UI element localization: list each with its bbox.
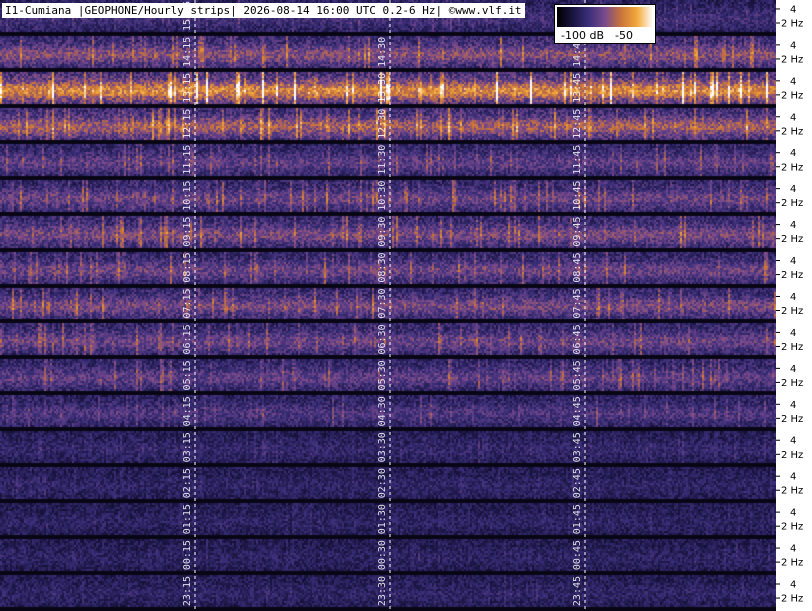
colorbar-label-min: -100 dB: [561, 29, 604, 42]
frequency-tick-label: 2 Hz: [781, 594, 803, 605]
frequency-tick-label: 4: [790, 400, 796, 411]
frequency-tick-label: 4: [790, 580, 796, 591]
frequency-tick-label: 2 Hz: [781, 522, 803, 533]
frequency-tick-label: 4: [790, 544, 796, 555]
frequency-tick-label: 4: [790, 4, 796, 15]
frequency-tick-label: 2 Hz: [781, 234, 803, 245]
frequency-tick-label: 4: [790, 220, 796, 231]
frequency-tick-label: 2 Hz: [781, 558, 803, 569]
frequency-tick-label: 4: [790, 112, 796, 123]
frequency-tick-label: 2 Hz: [781, 18, 803, 29]
frequency-tick-label: 2 Hz: [781, 198, 803, 209]
spectrogram: 15:1514:1514:3014:4513:1513:3013:4512:15…: [0, 0, 776, 611]
colorbar-label-max: -50: [615, 29, 633, 42]
frequency-tick-label: 4: [790, 76, 796, 87]
frequency-tick-label: 2 Hz: [781, 414, 803, 425]
frequency-tick-label: 4: [790, 40, 796, 51]
frequency-tick-label: 2 Hz: [781, 378, 803, 389]
frequency-tick-label: 2 Hz: [781, 486, 803, 497]
frequency-tick-label: 4: [790, 472, 796, 483]
frequency-tick-label: 4: [790, 328, 796, 339]
colorbar: -100 dB -50: [554, 4, 656, 44]
frequency-tick-label: 4: [790, 364, 796, 375]
frequency-tick-label: 2 Hz: [781, 90, 803, 101]
frequency-tick-label: 2 Hz: [781, 126, 803, 137]
frequency-tick-label: 2 Hz: [781, 342, 803, 353]
frequency-tick-label: 2 Hz: [781, 270, 803, 281]
frequency-tick-label: 2 Hz: [781, 162, 803, 173]
colorbar-gradient: [557, 7, 653, 27]
chart-title: I1-Cumiana |GEOPHONE/Hourly strips| 2026…: [2, 3, 525, 18]
frequency-tick-label: 4: [790, 148, 796, 159]
frequency-tick-label: 4: [790, 508, 796, 519]
frequency-tick-label: 4: [790, 184, 796, 195]
frequency-tick-label: 4: [790, 436, 796, 447]
spectrogram-canvas: [0, 0, 776, 611]
frequency-tick-label: 2 Hz: [781, 450, 803, 461]
frequency-tick-label: 4: [790, 292, 796, 303]
frequency-axis: 4 2 Hz 4 2 Hz 4 2 Hz 4 2 Hz 4 2 Hz 4 2 Hz 4 2 Hz 4 2 Hz…: [776, 0, 812, 611]
frequency-tick-label: 2 Hz: [781, 54, 803, 65]
frequency-tick-label: 2 Hz: [781, 306, 803, 317]
frequency-tick-label: 4: [790, 256, 796, 267]
